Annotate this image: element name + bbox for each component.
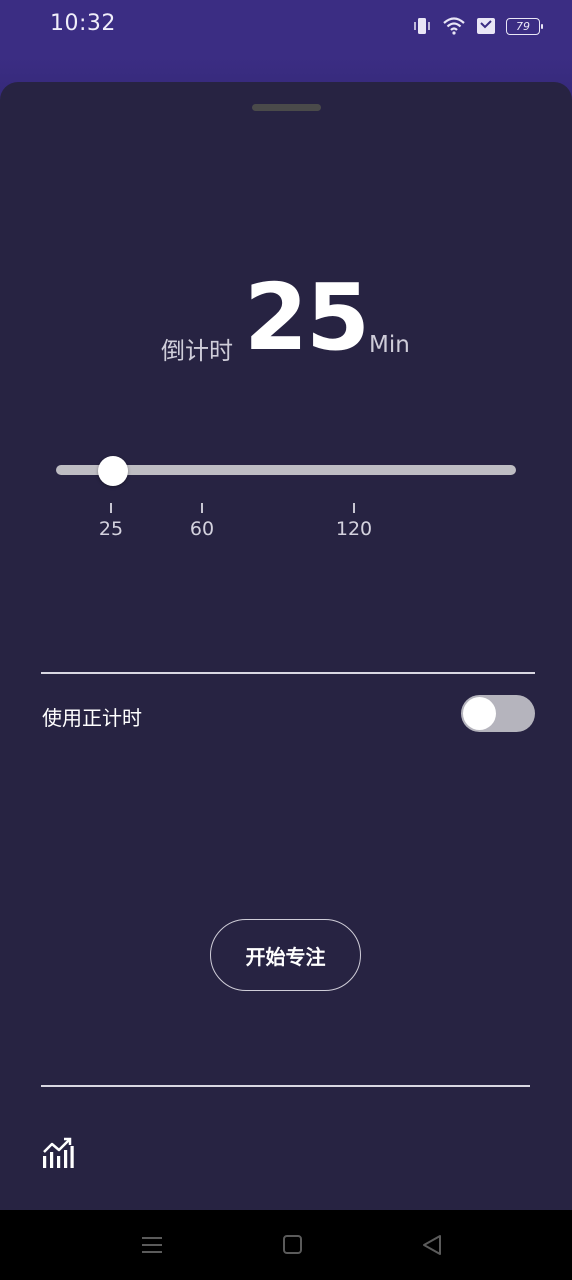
timer-value: 25 <box>244 264 370 371</box>
notification-icon <box>476 16 496 36</box>
wifi-icon <box>442 16 466 36</box>
slider-tick <box>201 503 203 513</box>
tick-label: 25 <box>98 518 124 540</box>
start-focus-button[interactable]: 开始专注 <box>210 919 361 991</box>
stats-chart-icon[interactable] <box>40 1134 76 1170</box>
battery-icon: 79 <box>506 17 543 35</box>
drag-handle[interactable] <box>252 104 321 111</box>
tick-label: 60 <box>189 518 215 540</box>
vibrate-icon <box>412 16 432 36</box>
status-bar: 10:32 79 <box>0 0 572 58</box>
count-up-toggle[interactable] <box>461 695 535 732</box>
divider <box>41 672 535 674</box>
timer-unit: Min <box>369 332 410 358</box>
back-icon[interactable] <box>420 1232 446 1258</box>
status-icons: 79 <box>412 14 543 38</box>
slider-tick <box>110 503 112 513</box>
duration-slider-thumb[interactable] <box>98 456 128 486</box>
focus-bottom-sheet: 倒计时 25 Min 25 60 120 使用正计时 开始专注 <box>0 82 572 1210</box>
tick-label: 120 <box>335 518 373 540</box>
count-up-label: 使用正计时 <box>42 706 142 730</box>
system-nav-bar <box>0 1210 572 1280</box>
home-icon[interactable] <box>280 1232 306 1258</box>
status-time: 10:32 <box>50 11 116 36</box>
toggle-knob <box>463 697 496 730</box>
slider-tick <box>353 503 355 513</box>
menu-icon[interactable] <box>139 1232 165 1258</box>
divider <box>41 1085 530 1087</box>
countdown-label: 倒计时 <box>161 337 233 365</box>
